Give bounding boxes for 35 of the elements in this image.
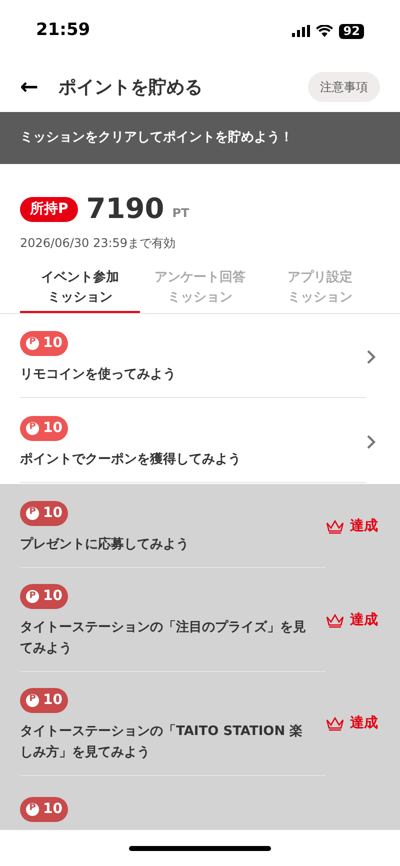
chevron-right-icon [366,348,376,364]
points-badge: P 10 [20,796,68,822]
mission-row[interactable]: P 10 プレゼントに応募してみよう 達成 [0,484,400,569]
points-unit: PT [172,205,190,222]
points-badge: P 10 [20,584,68,610]
mission-row[interactable]: P 10 [0,776,400,830]
chevron-right-icon [366,434,376,450]
points-label: 所持P [20,196,78,222]
banner-text: ミッションをクリアしてポイントを貯めよう！ [20,128,293,148]
points-badge: P 10 [20,688,68,712]
expiry-text: 2026/06/30 23:59まで有効 [20,235,177,252]
crown-icon [326,614,344,628]
wifi-icon [316,25,334,37]
mission-row[interactable]: P 10 タイトーステーションの「注目のプライズ」を見てみよう 達成 [0,569,400,672]
notice-button[interactable]: 注意事項 [308,72,380,102]
mission-title: プレゼントに応募してみよう [20,536,190,554]
crown-icon [326,520,344,534]
achieved-label: 達成 [350,714,378,734]
mission-title: タイトーステーションの「注目のプライズ」を見てみよう [20,618,307,658]
points-badge: P 10 [20,500,68,526]
status-time: 21:59 [36,19,90,42]
page-title: ポイントを貯める [58,76,204,100]
points-badge: P 10 [20,416,68,441]
points-badge: P 10 [20,330,68,356]
mission-title: リモコインを使ってみよう [20,366,177,384]
mission-row[interactable]: P 10 タイトーステーションの「TAITO STATION 楽しみ方」を見てみよう 達成 [0,672,400,776]
battery-icon: 92 [339,24,364,38]
achieved-label: 達成 [350,611,378,630]
crown-icon [326,716,344,731]
points-value: 7190 [86,191,164,227]
achieved-label: 達成 [350,517,378,536]
mission-title: タイトーステーションの「TAITO STATION 楽しみ方」を見てみよう [20,722,304,762]
back-button[interactable]: ← [20,70,38,104]
mission-title: ポイントでクーポンを獲得してみよう [20,450,242,469]
signal-icon [292,25,310,37]
